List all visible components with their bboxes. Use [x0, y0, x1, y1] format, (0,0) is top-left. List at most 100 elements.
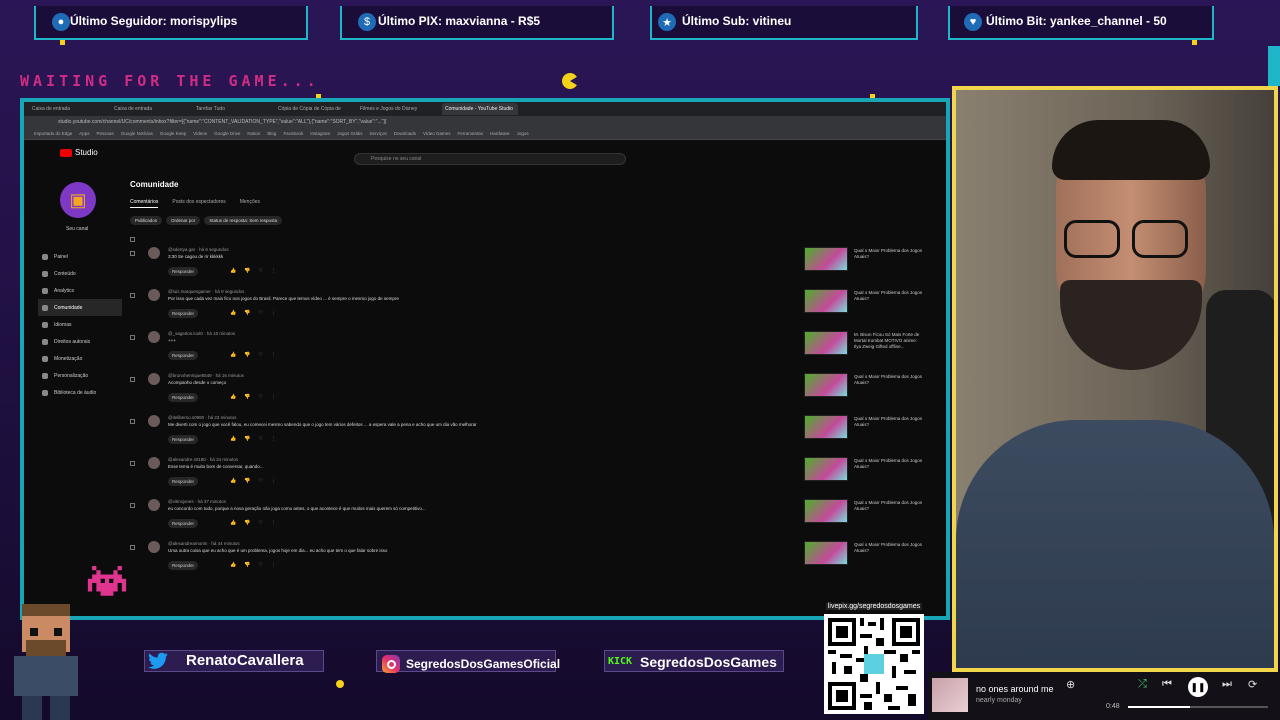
more-icon[interactable]: ⋮ — [271, 268, 284, 274]
comment-author[interactable]: @alexandre.s0180 · há 34 minutos — [168, 457, 238, 462]
heart-icon[interactable]: ♡ — [258, 352, 270, 358]
comment-author[interactable]: @iteliberso.s0990 · há 23 minutos — [168, 415, 236, 420]
video-title[interactable]: Qual o Maior Problema dos Jogos Atuais? — [854, 416, 924, 428]
browser-tab[interactable]: Tarefas Tudo — [196, 106, 272, 112]
bookmark[interactable]: Google Drive — [214, 131, 240, 136]
bookmark[interactable]: Google Notícias — [121, 131, 153, 136]
bookmark[interactable]: Apps — [79, 131, 89, 136]
heart-icon[interactable]: ♡ — [258, 562, 270, 568]
sidebar-item-biblioteca[interactable]: Biblioteca de áudio — [38, 384, 122, 401]
dislike-icon[interactable]: 👎 — [244, 268, 258, 274]
comment-checkbox[interactable] — [130, 503, 135, 508]
comment-checkbox[interactable] — [130, 377, 135, 382]
more-icon[interactable]: ⋮ — [271, 310, 284, 316]
dislike-icon[interactable]: 👎 — [244, 436, 258, 442]
repeat-icon[interactable]: ⟳ — [1248, 678, 1257, 691]
browser-tab[interactable]: Caixa de entrada — [114, 106, 190, 112]
heart-icon[interactable]: ♡ — [258, 310, 270, 316]
bookmark[interactable]: Instagram — [310, 131, 330, 136]
sidebar-item-painel[interactable]: Painel — [38, 248, 122, 265]
video-thumbnail[interactable] — [804, 457, 848, 481]
video-thumbnail[interactable] — [804, 289, 848, 313]
comment-checkbox[interactable] — [130, 461, 135, 466]
comment-checkbox[interactable] — [130, 251, 135, 256]
sidebar-item-analytics[interactable]: Analytics — [38, 282, 122, 299]
commenter-avatar[interactable] — [148, 499, 160, 511]
comment-author[interactable]: @brunohenrique5549 · há 16 minutos — [168, 373, 244, 378]
heart-icon[interactable]: ♡ — [258, 478, 270, 484]
dislike-icon[interactable]: 👎 — [244, 562, 258, 568]
more-icon[interactable]: ⋮ — [271, 394, 284, 400]
commenter-avatar[interactable] — [148, 247, 160, 259]
bookmark[interactable]: Pessoas — [97, 131, 114, 136]
commenter-avatar[interactable] — [148, 373, 160, 385]
more-icon[interactable]: ⋮ — [271, 562, 284, 568]
add-icon[interactable]: ⊕ — [1066, 678, 1075, 691]
bookmark[interactable]: Hardware — [490, 131, 510, 136]
bookmark[interactable]: Importado do Edge — [34, 131, 72, 136]
video-thumbnail[interactable] — [804, 247, 848, 271]
pix-qr-code[interactable] — [824, 614, 924, 714]
video-thumbnail[interactable] — [804, 373, 848, 397]
browser-tab-active[interactable]: Comunidade - YouTube Studio — [442, 103, 518, 115]
comment-checkbox[interactable] — [130, 293, 135, 298]
comment-checkbox[interactable] — [130, 335, 135, 340]
comment-author[interactable]: @vitinsjones · há 37 minutos — [168, 499, 226, 504]
bookmark[interactable]: Vídeo Games — [423, 131, 451, 136]
tab-mencoes[interactable]: Menções — [240, 199, 260, 208]
bookmark[interactable]: Notion — [247, 131, 260, 136]
video-thumbnail[interactable] — [804, 331, 848, 355]
video-title[interactable]: Qual o Maior Problema dos Jogos Atuais? — [854, 290, 924, 302]
more-icon[interactable]: ⋮ — [271, 520, 284, 526]
sidebar-item-monetizacao[interactable]: Monetização — [38, 350, 122, 367]
commenter-avatar[interactable] — [148, 541, 160, 553]
video-title[interactable]: Qual o Maior Problema dos Jogos Atuais? — [854, 458, 924, 470]
dislike-icon[interactable]: 👎 — [244, 520, 258, 526]
reply-button[interactable]: Responder — [168, 393, 199, 402]
comment-checkbox[interactable] — [130, 545, 135, 550]
bookmark[interactable]: Downloads — [394, 131, 416, 136]
commenter-avatar[interactable] — [148, 331, 160, 343]
like-icon[interactable]: 👍 — [230, 310, 244, 316]
dislike-icon[interactable]: 👎 — [244, 310, 258, 316]
bookmark[interactable]: Facebook — [283, 131, 303, 136]
browser-tab[interactable]: Caixa de entrada — [32, 106, 108, 112]
sidebar-item-idiomas[interactable]: Idiomas — [38, 316, 122, 333]
video-title[interactable]: Qual o Maior Problema dos Jogos Atuais? — [854, 542, 924, 554]
comment-author[interactable]: @_sagedos.lool0 · há 10 minutos — [168, 331, 235, 336]
like-icon[interactable]: 👍 — [230, 436, 244, 442]
commenter-avatar[interactable] — [148, 457, 160, 469]
bookmark[interactable]: Vídeos — [193, 131, 207, 136]
bookmark[interactable]: Blog — [267, 131, 276, 136]
like-icon[interactable]: 👍 — [230, 268, 244, 274]
reply-button[interactable]: Responder — [168, 519, 199, 528]
filter-chip[interactable]: Status de resposta: Sem resposta — [204, 216, 283, 225]
comment-author[interactable]: @luiz.marquesgamer · há 9 segundos — [168, 289, 244, 294]
video-thumbnail[interactable] — [804, 541, 848, 565]
comment-checkbox[interactable] — [130, 419, 135, 424]
reply-button[interactable]: Responder — [168, 435, 199, 444]
filter-chip[interactable]: Ordenar por — [166, 216, 201, 225]
browser-tab[interactable]: Filmes e Jogos do Disney — [360, 106, 436, 112]
commenter-avatar[interactable] — [148, 289, 160, 301]
comment-author[interactable]: @alexandreamorim · há 44 minutos — [168, 541, 240, 546]
filter-chip[interactable]: Publicados — [130, 216, 163, 225]
browser-tab[interactable]: Cópia de Cópia de Cópia de — [278, 106, 354, 112]
tab-posts[interactable]: Posts dos espectadores — [172, 199, 225, 208]
dislike-icon[interactable]: 👎 — [244, 478, 258, 484]
heart-icon[interactable]: ♡ — [258, 394, 270, 400]
select-all-checkbox[interactable] — [130, 237, 135, 242]
progress-bar[interactable] — [1128, 706, 1268, 708]
bookmark[interactable]: Google Keep — [160, 131, 186, 136]
next-icon[interactable]: ⏭ — [1222, 678, 1232, 691]
bookmark[interactable]: Jogos — [517, 131, 529, 136]
reply-button[interactable]: Responder — [168, 477, 199, 486]
video-title[interactable]: M. Bison Ficou Só Mais Forte de Mortal K… — [854, 332, 924, 350]
heart-icon[interactable]: ♡ — [258, 436, 270, 442]
dislike-icon[interactable]: 👎 — [244, 394, 258, 400]
address-bar[interactable]: studio.youtube.com/channel/UC/comments/i… — [24, 116, 946, 128]
video-title[interactable]: Qual o Maior Problema dos Jogos Atuais? — [854, 500, 924, 512]
reply-button[interactable]: Responder — [168, 267, 199, 276]
like-icon[interactable]: 👍 — [230, 352, 244, 358]
like-icon[interactable]: 👍 — [230, 478, 244, 484]
